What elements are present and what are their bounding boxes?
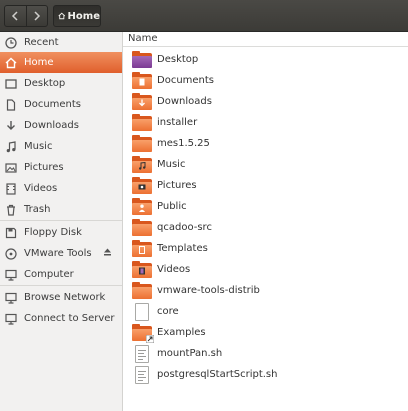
sidebar-item-recent[interactable]: Recent <box>0 32 122 53</box>
sidebar-item-music[interactable]: Music <box>0 136 122 157</box>
music-folder-icon <box>132 155 152 174</box>
sidebar-item-videos[interactable]: Videos <box>0 178 122 199</box>
sidebar-item-label: Computer <box>24 269 74 280</box>
navigation-buttons <box>4 5 48 27</box>
folder-link-icon <box>132 323 154 343</box>
file-row-documents[interactable]: Documents <box>123 70 408 91</box>
folder-icon <box>132 113 152 132</box>
file-row-videos[interactable]: Videos <box>123 259 408 280</box>
downloads-folder-icon <box>132 92 152 111</box>
file-row-installer[interactable]: installer <box>123 112 408 133</box>
computer-icon <box>4 268 18 282</box>
documents-icon <box>4 98 18 112</box>
videos-folder-icon <box>132 260 152 279</box>
sidebar: Recent Home Desktop Documents Downloads … <box>0 32 123 411</box>
chevron-right-icon <box>34 11 41 21</box>
forward-button[interactable] <box>25 6 47 26</box>
recent-icon <box>4 36 18 50</box>
sidebar-item-label: Music <box>24 141 53 152</box>
sidebar-item-computer[interactable]: Computer <box>0 264 122 285</box>
file-row-templates[interactable]: Templates <box>123 238 408 259</box>
pictures-icon <box>4 161 18 175</box>
file-row-mes[interactable]: mes1.5.25 <box>123 133 408 154</box>
script-file-icon <box>132 365 152 384</box>
downloads-icon <box>4 119 18 133</box>
sidebar-item-label: Documents <box>24 99 82 110</box>
sidebar-item-trash[interactable]: Trash <box>0 199 122 220</box>
sidebar-item-label: Connect to Server <box>24 313 115 324</box>
sidebar-item-label: Videos <box>24 183 58 194</box>
file-row-music[interactable]: Music <box>123 154 408 175</box>
sidebar-divider <box>0 220 122 221</box>
disc-icon <box>4 247 18 261</box>
sidebar-item-documents[interactable]: Documents <box>0 94 122 115</box>
back-button[interactable] <box>5 6 26 26</box>
sidebar-item-desktop[interactable]: Desktop <box>0 73 122 94</box>
file-icon <box>132 302 152 321</box>
floppy-icon <box>4 226 18 240</box>
sidebar-item-label: Floppy Disk <box>24 227 82 238</box>
sidebar-item-home[interactable]: Home <box>0 52 122 73</box>
public-folder-icon <box>132 197 152 216</box>
home-icon <box>4 56 18 70</box>
desktop-icon <box>4 77 18 91</box>
sidebar-item-label: Pictures <box>24 162 64 173</box>
videos-icon <box>4 182 18 196</box>
sidebar-item-label: Downloads <box>24 120 79 131</box>
folder-icon <box>132 134 152 153</box>
server-icon <box>4 312 18 326</box>
column-header-name[interactable]: Name <box>123 32 408 47</box>
toolbar: Home <box>0 0 408 32</box>
file-row-vmware-tools-distrib[interactable]: vmware-tools-distrib <box>123 280 408 301</box>
pictures-folder-icon <box>132 176 152 195</box>
file-row-pictures[interactable]: Pictures <box>123 175 408 196</box>
network-icon <box>4 291 18 305</box>
file-row-qcadoo-src[interactable]: qcadoo-src <box>123 217 408 238</box>
script-file-icon <box>132 344 152 363</box>
sidebar-item-floppy-disk[interactable]: Floppy Disk <box>0 222 122 243</box>
eject-icon[interactable] <box>103 247 112 259</box>
file-list: Name Desktop Documents Downloads install… <box>123 32 408 411</box>
trash-icon <box>4 203 18 217</box>
breadcrumb-label: Home <box>67 10 100 22</box>
sidebar-item-label: Recent <box>24 37 59 48</box>
sidebar-item-connect-to-server[interactable]: Connect to Server <box>0 308 122 329</box>
sidebar-item-label: VMware Tools <box>24 248 92 259</box>
file-row-core[interactable]: core <box>123 301 408 322</box>
file-row-downloads[interactable]: Downloads <box>123 91 408 112</box>
templates-folder-icon <box>132 239 152 258</box>
sidebar-item-browse-network[interactable]: Browse Network <box>0 287 122 308</box>
sidebar-item-vmware-tools[interactable]: VMware Tools <box>0 243 122 264</box>
sidebar-divider <box>0 285 122 286</box>
sidebar-item-label: Trash <box>24 204 51 215</box>
file-row-desktop[interactable]: Desktop <box>123 49 408 70</box>
sidebar-item-label: Home <box>24 57 54 68</box>
desktop-folder-icon <box>132 50 152 69</box>
breadcrumb-home[interactable]: Home <box>53 5 101 27</box>
chevron-left-icon <box>12 11 19 21</box>
home-icon <box>58 12 66 20</box>
file-row-postgresql-start-script[interactable]: postgresqlStartScript.sh <box>123 364 408 385</box>
file-row-examples[interactable]: Examples <box>123 322 408 343</box>
sidebar-item-pictures[interactable]: Pictures <box>0 157 122 178</box>
file-row-public[interactable]: Public <box>123 196 408 217</box>
music-icon <box>4 140 18 154</box>
sidebar-item-downloads[interactable]: Downloads <box>0 115 122 136</box>
file-row-mountpan[interactable]: mountPan.sh <box>123 343 408 364</box>
documents-folder-icon <box>132 71 152 90</box>
sidebar-item-label: Browse Network <box>24 292 106 303</box>
folder-icon <box>132 281 152 300</box>
sidebar-item-label: Desktop <box>24 78 66 89</box>
folder-icon <box>132 218 152 237</box>
